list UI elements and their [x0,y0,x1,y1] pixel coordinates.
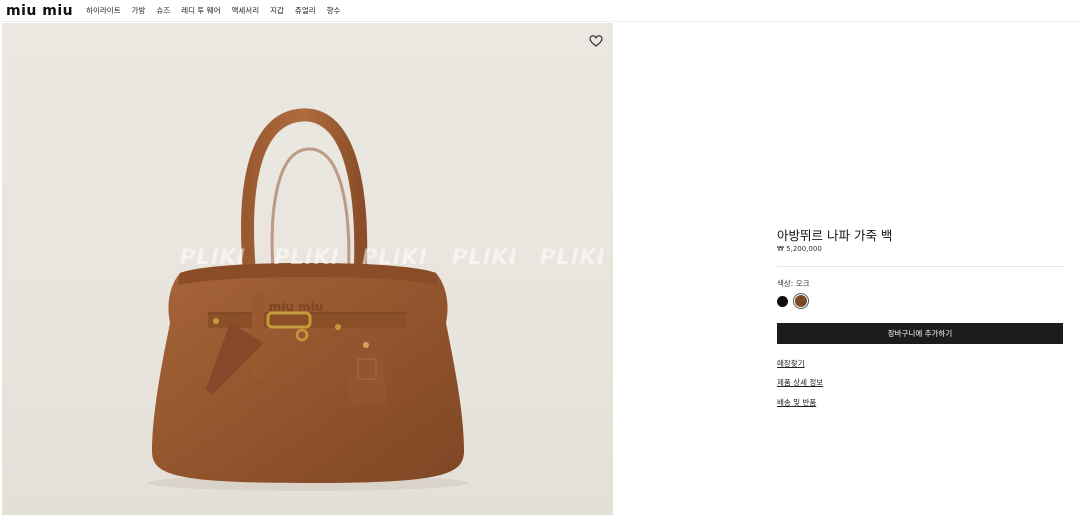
watermark-text: PLIKI [274,245,340,269]
top-header: miu miu 하이라이트 가방 슈즈 레디 투 웨어 액세서리 지갑 쥬얼리 … [0,0,1080,22]
bag-logo-emboss: miu miu [269,300,324,314]
heart-icon[interactable] [589,34,603,48]
nav-item-accessories[interactable]: 액세서리 [232,5,260,16]
product-title: 아방뛰르 나파 가죽 백 [777,228,893,243]
product-price: ₩ 5,200,000 [777,245,822,253]
watermark-text: PLIKI [180,245,246,269]
store-locator-link[interactable]: 매장찾기 [777,358,805,369]
handbag-illustration: miu miu [148,108,468,491]
nav-item-wallets[interactable]: 지갑 [270,5,284,16]
watermark-text: PLIKI [540,245,606,269]
nav-item-shoes[interactable]: 슈즈 [156,5,170,16]
swatch-black[interactable] [777,296,788,307]
color-label: 색상: 오크 [777,279,810,288]
brand-logo[interactable]: miu miu [6,4,73,18]
divider [777,266,1064,267]
nav-item-jewelry[interactable]: 쥬얼리 [295,5,316,16]
swatch-oak[interactable] [795,295,807,307]
nav-item-ready-to-wear[interactable]: 레디 투 웨어 [181,5,220,16]
main-nav: 하이라이트 가방 슈즈 레디 투 웨어 액세서리 지갑 쥬얼리 향수 [86,5,351,16]
nav-item-fragrance[interactable]: 향수 [327,5,341,16]
watermark-text: PLIKI [362,245,428,269]
product-details-link[interactable]: 제품 상세 정보 [777,377,823,388]
color-swatches [777,295,814,307]
nav-item-highlights[interactable]: 하이라이트 [86,5,121,16]
watermark-text: PLIKI [452,245,518,269]
product-image[interactable]: miu miu PLIKI PLIKI PLIKI PLIKI PLIKI [2,23,613,515]
add-to-cart-button[interactable]: 장바구니에 추가하기 [777,323,1063,344]
shipping-returns-link[interactable]: 배송 및 반품 [777,397,816,408]
nav-item-bags[interactable]: 가방 [132,5,146,16]
